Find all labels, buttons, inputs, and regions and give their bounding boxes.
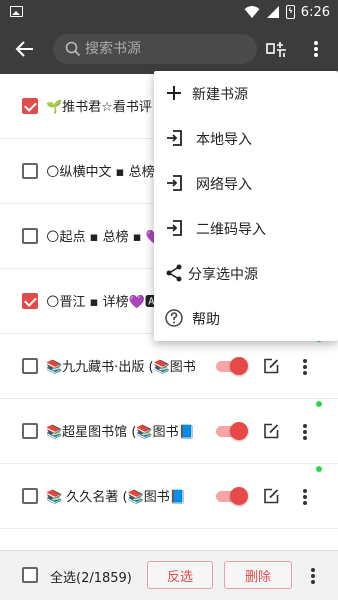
bottom-action-bar: 全选(2/1859) 反选 删除 <box>0 550 338 600</box>
source-row[interactable]: 📚超星图书馆 (📚图书📘 <box>0 399 338 464</box>
wifi-icon <box>244 6 260 18</box>
edit-icon[interactable] <box>263 423 279 439</box>
invert-selection-button[interactable]: 反选 <box>147 561 213 589</box>
select-all-label[interactable]: 全选(2/1859) <box>50 567 132 586</box>
source-name: 📚九九藏书·出版 (📚图书 <box>46 360 196 375</box>
source-checkbox[interactable] <box>22 163 38 179</box>
source-name: 📚 久久名著 (📚图书📘 <box>46 490 186 505</box>
import-icon <box>167 130 182 146</box>
delete-button[interactable]: 删除 <box>224 561 292 589</box>
row-more-icon[interactable] <box>298 421 312 443</box>
source-row[interactable]: 📚 久久名著 (📚图书📘 <box>0 464 338 529</box>
more-vert-icon <box>314 41 318 57</box>
status-time: 6:26 <box>300 4 330 20</box>
menu-item-label: 网络导入 <box>196 177 252 193</box>
more-vert-icon <box>311 568 315 584</box>
menu-item-5[interactable]: 帮助 <box>154 296 338 341</box>
source-enable-toggle[interactable] <box>216 357 248 375</box>
source-row[interactable]: 📚九九藏书·出版 (📚图书 <box>0 334 338 399</box>
source-enable-toggle[interactable] <box>216 422 248 440</box>
battery-charging-icon: ϟ <box>285 5 295 19</box>
search-box[interactable] <box>53 34 257 64</box>
row-more-icon[interactable] <box>298 486 312 508</box>
source-enable-toggle[interactable] <box>216 487 248 505</box>
source-checkbox[interactable] <box>22 293 38 309</box>
import-icon <box>167 220 182 236</box>
menu-item-0[interactable]: 新建书源 <box>154 71 338 116</box>
search-icon <box>65 41 81 57</box>
group-icon <box>266 42 286 57</box>
search-input[interactable] <box>85 41 245 57</box>
group-button[interactable] <box>265 37 289 61</box>
bottom-more-button[interactable] <box>306 565 320 587</box>
overflow-menu: 新建书源本地导入网络导入二维码导入分享选中源帮助 <box>154 71 338 341</box>
source-checkbox[interactable] <box>22 98 38 114</box>
select-all-checkbox[interactable] <box>22 567 38 583</box>
menu-item-4[interactable]: 分享选中源 <box>154 251 338 296</box>
status-bar: ϟ 6:26 <box>0 0 338 24</box>
menu-item-label: 分享选中源 <box>188 267 258 283</box>
menu-item-1[interactable]: 本地导入 <box>154 116 338 161</box>
menu-item-label: 帮助 <box>192 312 220 328</box>
more-options-button[interactable] <box>306 37 326 61</box>
source-checkbox[interactable] <box>22 358 38 374</box>
plus-icon <box>167 86 181 100</box>
status-dot <box>316 466 322 472</box>
signal-icon <box>266 6 279 18</box>
share-icon <box>166 264 182 282</box>
menu-item-label: 二维码导入 <box>196 222 266 238</box>
menu-item-3[interactable]: 二维码导入 <box>154 206 338 251</box>
menu-item-label: 本地导入 <box>196 132 252 148</box>
row-more-icon[interactable] <box>298 356 312 378</box>
edit-icon[interactable] <box>263 488 279 504</box>
import-icon <box>167 175 182 191</box>
status-dot <box>316 401 322 407</box>
menu-item-label: 新建书源 <box>192 87 248 103</box>
status-icons: ϟ 6:26 <box>244 3 330 21</box>
image-notification-icon <box>10 6 23 17</box>
arrow-left-icon <box>15 41 33 57</box>
source-checkbox[interactable] <box>22 228 38 244</box>
help-icon <box>165 309 183 327</box>
back-button[interactable] <box>12 37 38 61</box>
source-checkbox[interactable] <box>22 423 38 439</box>
edit-icon[interactable] <box>263 358 279 374</box>
toolbar <box>0 24 338 74</box>
source-checkbox[interactable] <box>22 488 38 504</box>
source-name: 📚超星图书馆 (📚图书📘 <box>46 425 195 440</box>
menu-item-2[interactable]: 网络导入 <box>154 161 338 206</box>
